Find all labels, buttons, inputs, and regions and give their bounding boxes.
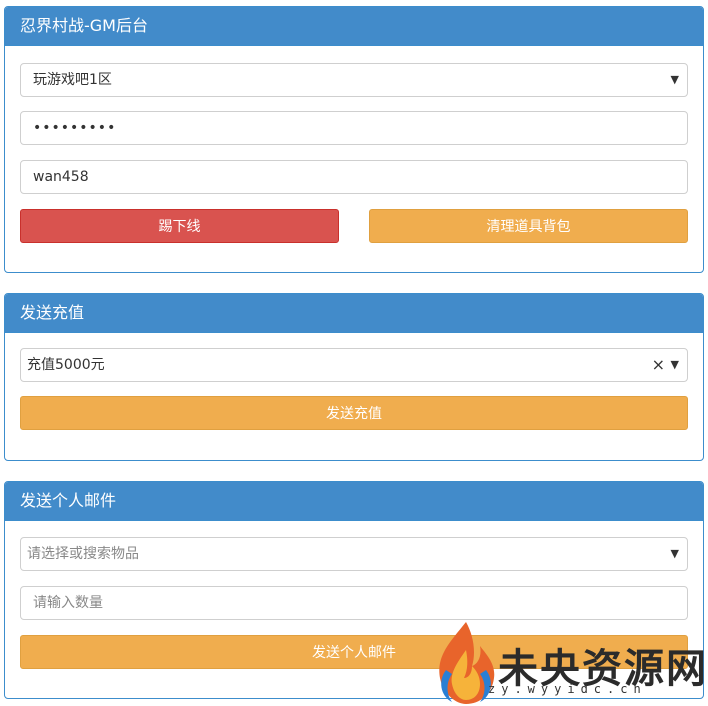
password-field[interactable]: •••••••••: [20, 111, 688, 145]
recharge-select[interactable]: 充值5000元 × ▼: [20, 348, 688, 382]
chevron-down-icon: ▼: [670, 73, 679, 86]
close-icon[interactable]: ×: [652, 349, 665, 381]
username-field[interactable]: wan458: [20, 160, 688, 194]
recharge-panel: 发送充值 充值5000元 × ▼ 发送充值: [4, 293, 704, 461]
server-select-value: 玩游戏吧1区: [33, 72, 112, 88]
send-mail-button[interactable]: 发送个人邮件: [20, 635, 688, 669]
mail-panel: 发送个人邮件 请选择或搜索物品 ▼ 请输入数量 发送个人邮件: [4, 481, 704, 699]
chevron-down-icon[interactable]: ▼: [671, 349, 679, 381]
server-select[interactable]: 玩游戏吧1区 ▼: [20, 63, 688, 97]
panel-title: 发送个人邮件: [5, 482, 703, 521]
chevron-down-icon[interactable]: ▼: [671, 538, 679, 570]
gm-panel: 忍界村战-GM后台 玩游戏吧1区 ▼ ••••••••• wan458 踢下线 …: [4, 6, 704, 273]
panel-title: 发送充值: [5, 294, 703, 333]
quantity-placeholder: 请输入数量: [33, 595, 103, 611]
username-value: wan458: [33, 169, 89, 185]
clear-bag-button[interactable]: 清理道具背包: [369, 209, 688, 243]
recharge-select-value: 充值5000元: [27, 357, 105, 373]
kick-offline-button[interactable]: 踢下线: [20, 209, 339, 243]
panel-title: 忍界村战-GM后台: [5, 7, 703, 46]
password-value: •••••••••: [33, 120, 117, 136]
item-select-placeholder: 请选择或搜索物品: [27, 546, 139, 562]
send-recharge-button[interactable]: 发送充值: [20, 396, 688, 430]
item-select[interactable]: 请选择或搜索物品 ▼: [20, 537, 688, 571]
quantity-input[interactable]: 请输入数量: [20, 586, 688, 620]
